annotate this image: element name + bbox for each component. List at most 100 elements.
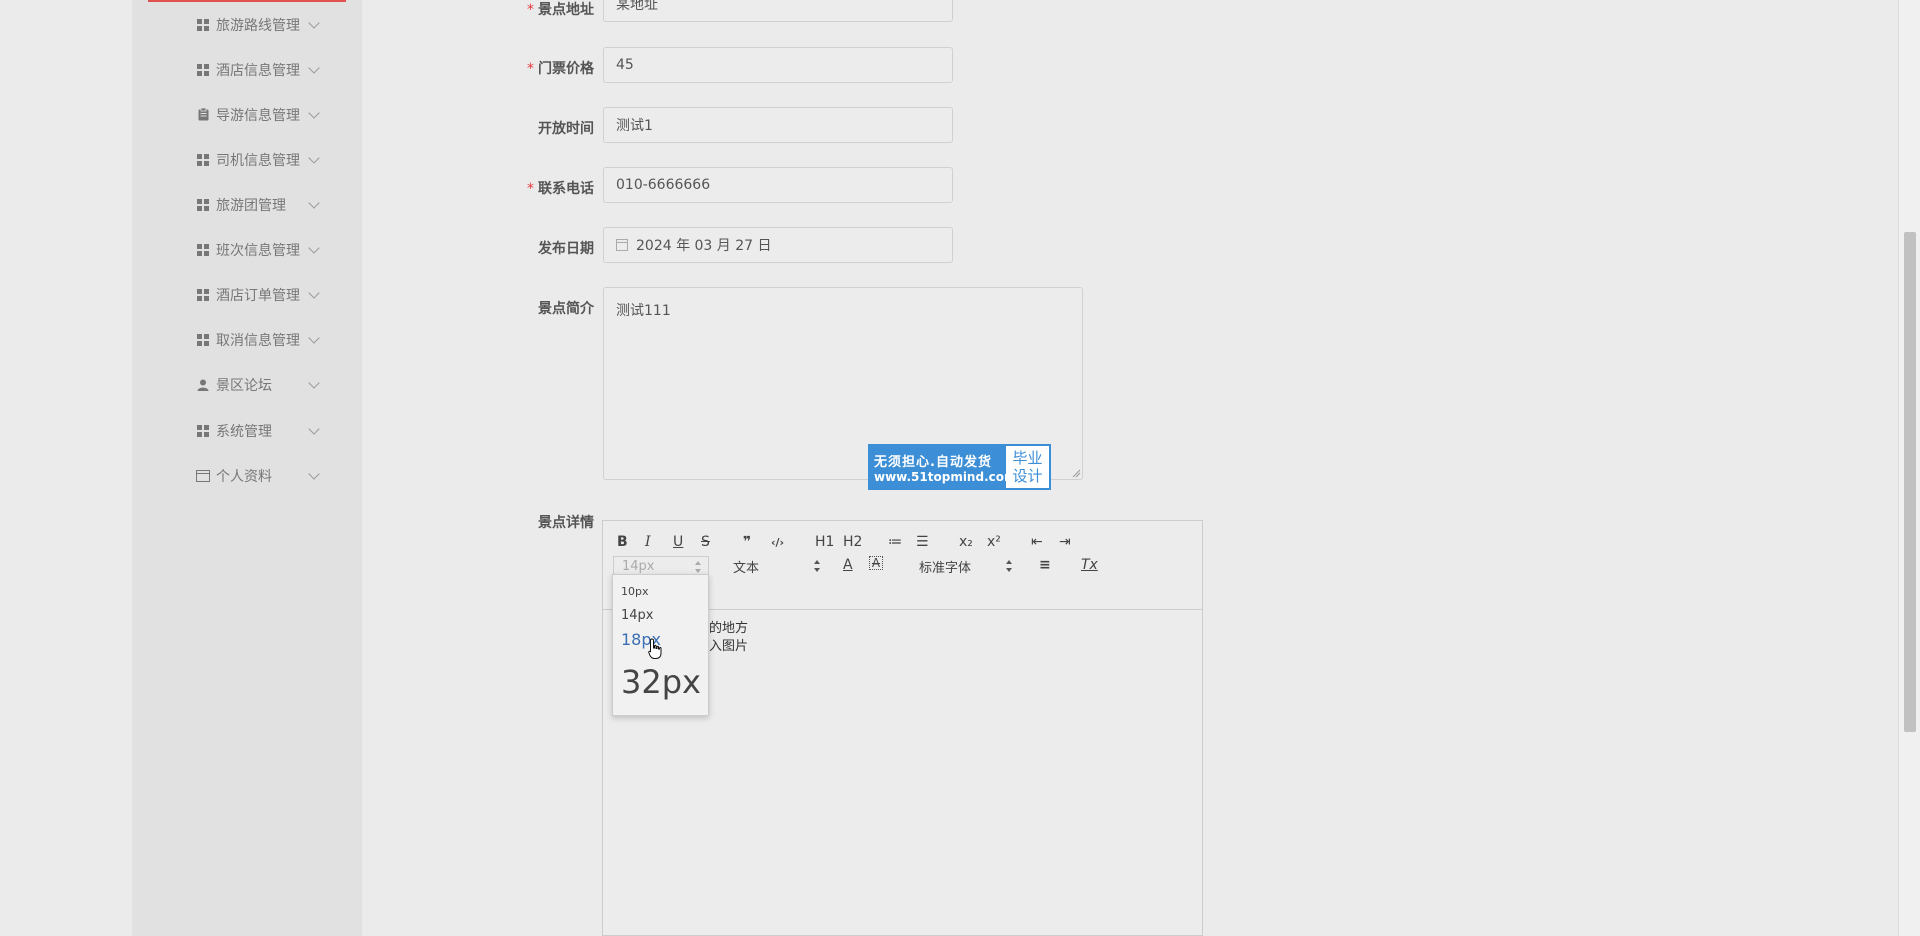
sidebar: 旅游路线管理 酒店信息管理 导游信息管理 司机信息管理 旅游团管理 班次信息管理…: [132, 0, 362, 936]
select-arrows-icon: [695, 560, 702, 574]
grid-icon: [196, 288, 210, 302]
watermark-line2: www.51topmind.com: [874, 469, 1017, 484]
intro-label-text: 景点简介: [538, 301, 594, 317]
grid-icon: [196, 333, 210, 347]
sidebar-item-label: 导游信息管理: [216, 107, 300, 124]
background-color-button[interactable]: A: [869, 556, 883, 570]
sidebar-item-label: 酒店订单管理: [216, 287, 300, 304]
chevron-down-icon: [308, 422, 320, 435]
size-option-10px[interactable]: 10px: [621, 585, 649, 598]
grid-icon: [196, 18, 210, 32]
watermark-right: 毕业 设计: [1006, 446, 1049, 488]
sidebar-item-label: 景区论坛: [216, 377, 272, 394]
publish-date-label: 发布日期: [474, 238, 594, 258]
grid-icon: [196, 243, 210, 257]
header1-button[interactable]: H1: [815, 533, 834, 551]
font-family-select[interactable]: 标准字体: [919, 556, 1013, 576]
font-size-value: 14px: [622, 558, 655, 574]
chevron-down-icon: [308, 286, 320, 299]
price-label-text: 门票价格: [538, 61, 594, 77]
chevron-down-icon: [308, 151, 320, 164]
italic-button[interactable]: I: [645, 533, 651, 551]
card-icon: [196, 469, 210, 483]
open-time-label-text: 开放时间: [538, 121, 594, 137]
outdent-button[interactable]: ⇤: [1031, 533, 1043, 551]
watermark-line1: 无须担心.自动发货: [874, 454, 992, 470]
grid-icon: [196, 198, 210, 212]
phone-label-text: 联系电话: [538, 181, 594, 197]
watermark-banner: 无须担心.自动发货 www.51topmind.com 毕业 设计: [868, 444, 1051, 490]
chevron-down-icon: [308, 467, 320, 480]
sidebar-item-tour-group[interactable]: 旅游团管理: [132, 182, 362, 227]
sidebar-item-label: 个人资料: [216, 468, 272, 485]
sidebar-item-shift[interactable]: 班次信息管理: [132, 227, 362, 272]
content-line: 的地方: [709, 621, 749, 636]
grid-icon: [196, 424, 210, 438]
scrollbar-thumb[interactable]: [1904, 232, 1916, 732]
select-arrows-icon: [814, 559, 821, 573]
detail-label: 景点详情: [474, 512, 594, 532]
grid-icon: [196, 153, 210, 167]
price-field[interactable]: 45: [603, 47, 953, 83]
address-value: 某地址: [616, 0, 658, 13]
sidebar-item-label: 班次信息管理: [216, 242, 300, 259]
blockquote-button[interactable]: ❞: [743, 533, 751, 551]
clean-format-button[interactable]: Tx: [1081, 556, 1098, 574]
vertical-scrollbar[interactable]: [1898, 0, 1920, 936]
sidebar-item-guide[interactable]: 导游信息管理: [132, 92, 362, 137]
required-mark: *: [527, 181, 534, 197]
open-time-label: 开放时间: [474, 118, 594, 138]
header-value: 文本: [733, 560, 760, 576]
ordered-list-button[interactable]: ≔: [888, 533, 902, 551]
size-option-32px[interactable]: 32px: [621, 663, 701, 701]
sidebar-item-profile[interactable]: 个人资料: [132, 453, 362, 498]
underline-button[interactable]: U: [673, 533, 683, 551]
detail-label-text: 景点详情: [538, 515, 594, 531]
select-arrows-icon: [1006, 559, 1013, 573]
size-option-14px[interactable]: 14px: [621, 608, 654, 623]
sidebar-item-hotel[interactable]: 酒店信息管理: [132, 47, 362, 92]
clipboard-icon: [196, 108, 210, 122]
subscript-button[interactable]: x₂: [959, 533, 973, 551]
sidebar-item-route[interactable]: 旅游路线管理: [132, 2, 362, 47]
sidebar-item-cancel[interactable]: 取消信息管理: [132, 317, 362, 362]
resize-handle-icon[interactable]: [1071, 468, 1081, 478]
address-field[interactable]: 某地址: [603, 0, 953, 22]
bullet-list-button[interactable]: ☰: [916, 533, 929, 551]
phone-field[interactable]: 010-6666666: [603, 167, 953, 203]
required-mark: *: [527, 2, 534, 18]
sidebar-item-system[interactable]: 系统管理: [132, 408, 362, 453]
open-time-value: 测试1: [616, 118, 653, 134]
strike-button[interactable]: S: [701, 533, 710, 551]
watermark-left: 无须担心.自动发货 www.51topmind.com: [870, 446, 1017, 488]
font-color-button[interactable]: A: [843, 556, 853, 574]
font-size-select[interactable]: 14px: [613, 556, 709, 576]
header2-button[interactable]: H2: [843, 533, 862, 551]
code-block-button[interactable]: ‹/›: [771, 533, 784, 551]
required-mark: *: [527, 61, 534, 77]
sidebar-item-hotel-order[interactable]: 酒店订单管理: [132, 272, 362, 317]
sidebar-item-forum[interactable]: 景区论坛: [132, 362, 362, 407]
sidebar-item-label: 旅游团管理: [216, 197, 286, 214]
indent-button[interactable]: ⇥: [1059, 533, 1071, 551]
chevron-down-icon: [308, 196, 320, 209]
chevron-down-icon: [308, 331, 320, 344]
sidebar-item-label: 取消信息管理: [216, 332, 300, 349]
publish-date-field[interactable]: 2024 年 03 月 27 日: [603, 227, 953, 263]
sidebar-item-driver[interactable]: 司机信息管理: [132, 137, 362, 182]
hand-cursor-icon: [648, 638, 662, 659]
superscript-button[interactable]: x²: [987, 533, 1001, 551]
sidebar-item-label: 系统管理: [216, 423, 272, 440]
watermark-right1: 毕业: [1012, 449, 1043, 467]
bold-button[interactable]: B: [617, 533, 628, 551]
address-label-text: 景点地址: [538, 2, 594, 18]
open-time-field[interactable]: 测试1: [603, 107, 953, 143]
watermark-right2: 设计: [1012, 467, 1043, 485]
chevron-down-icon: [308, 376, 320, 389]
grid-icon: [196, 63, 210, 77]
align-button[interactable]: ≡: [1039, 556, 1051, 574]
phone-label: * 联系电话: [474, 178, 594, 198]
header-select[interactable]: 文本: [733, 556, 821, 576]
font-family-value: 标准字体: [919, 560, 972, 576]
chevron-down-icon: [308, 16, 320, 29]
